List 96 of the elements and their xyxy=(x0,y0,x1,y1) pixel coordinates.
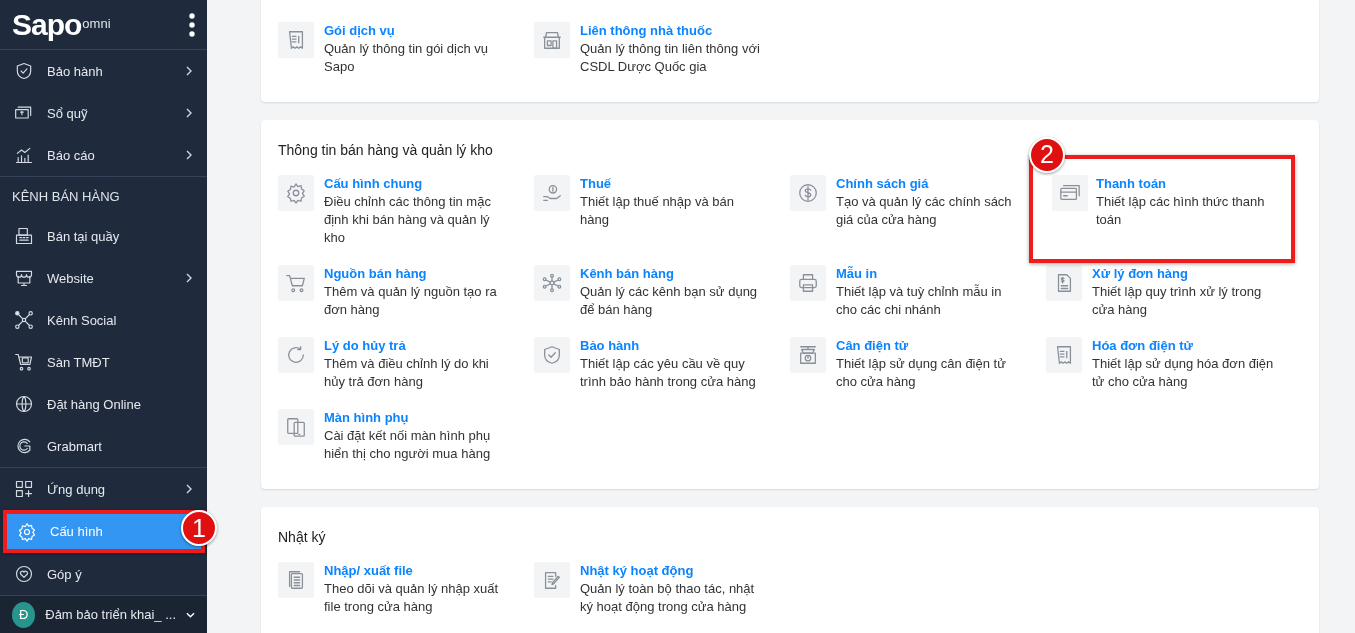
cash-register-icon xyxy=(14,226,34,247)
globe-icon xyxy=(14,394,34,415)
item-description: Thiết lập sử dụng hóa đơn điện tử cho cửa hàng xyxy=(1092,354,1275,391)
shield-check-icon xyxy=(541,343,563,366)
item-description: Tạo và quản lý các chính sách giá của cửa hàng xyxy=(836,192,1013,229)
item-description: Cài đặt kết nối màn hình phụ hiển thị cho người mua hàng xyxy=(324,426,492,463)
item-title: Cân điện tử xyxy=(836,336,910,355)
settings-item[interactable]: Hóa đơn điện tử Thiết lập sử dụng hóa đơn điện tử cho cửa hàng xyxy=(1046,336,1302,391)
item-title: Nguồn bán hàng xyxy=(324,264,428,283)
chevron-right-icon xyxy=(185,108,193,119)
sidebar-item[interactable]: Bảo hành xyxy=(0,50,207,93)
settings-item[interactable]: Bảo hành Thiết lập các yêu cầu về quy trình bảo hành trong cửa hàng xyxy=(534,336,790,391)
item-title: Kênh bán hàng xyxy=(580,264,675,283)
refresh-icon xyxy=(285,343,307,366)
section-title: Nhật ký xyxy=(278,528,326,546)
settings-icon xyxy=(17,521,37,542)
weighing-scale-icon xyxy=(797,343,819,366)
avatar: Đ xyxy=(12,601,36,628)
sidebar-item[interactable]: Đặt hàng Online xyxy=(0,383,207,426)
sidebar-item[interactable]: Báo cáo xyxy=(0,134,207,177)
settings-icon xyxy=(285,181,307,204)
sidebar-item[interactable]: Grabmart xyxy=(0,425,207,468)
chevron-right-icon xyxy=(185,150,193,161)
item-description: Quản lý thông tin gói dịch vụ Sapo xyxy=(324,40,490,76)
more-menu-icon[interactable] xyxy=(189,12,195,37)
section-header: KÊNH BÁN HÀNG xyxy=(11,187,121,206)
settings-item[interactable]: Nhập/ xuất file Theo dõi và quản lý nhập xuất file trong cửa hàng xyxy=(278,561,534,616)
storefront-icon xyxy=(14,268,34,289)
heart-bubble-icon xyxy=(14,564,34,585)
chevron-down-icon xyxy=(186,610,195,619)
account-bar[interactable]: Đ Đảm bảo triển khai_ ... xyxy=(0,596,207,633)
chevron-right-icon xyxy=(185,484,193,495)
item-title: Màn hình phụ xyxy=(324,408,410,427)
item-title: Lý do hủy trả xyxy=(324,336,407,355)
settings-item[interactable]: Xử lý đơn hàng Thiết lập quy trình xử lý trong cửa hàng xyxy=(1046,264,1302,319)
sidebar-item[interactable]: Góp ý xyxy=(0,553,207,596)
item-description: Thiết lập các yêu cầu về quy trình bảo hành trong cửa hàng xyxy=(580,354,757,391)
step-number-badge: 2 xyxy=(1029,136,1065,173)
item-title: Liên thông nhà thuốc xyxy=(580,22,714,40)
item-description: Quản lý thông tin liên thông với CSDL Dược Quốc gia xyxy=(580,40,761,76)
settings-item[interactable]: Màn hình phụ Cài đặt kết nối màn hình phụ hiển thị cho người mua hàng xyxy=(278,408,534,463)
shop-building-icon xyxy=(541,29,563,51)
settings-item[interactable]: Kênh bán hàng Quản lý các kênh bạn sử dụng để bán hàng xyxy=(534,264,790,319)
item-title: Bảo hành xyxy=(580,336,641,355)
apps-grid-icon xyxy=(14,479,34,500)
sidebar-item[interactable]: Sàn TMĐT xyxy=(0,341,207,384)
section-title: Thông tin bán hàng và quản lý kho xyxy=(278,142,493,159)
network-icon xyxy=(541,271,563,294)
item-description: Thêm và điều chỉnh lý do khi hủy trả đơn hàng xyxy=(324,354,490,391)
item-description: Thiết lập và tuỳ chỉnh mẫu in cho các chi nhánh xyxy=(836,282,1003,319)
item-description: Thiết lập quy trình xử lý trong cửa hàng xyxy=(1092,282,1263,319)
item-title: Thanh toán xyxy=(1096,174,1168,193)
item-description: Thiết lập các hình thức thanh toán xyxy=(1096,192,1266,229)
item-description: Theo dõi và quản lý nhập xuất file trong cửa hàng xyxy=(324,579,500,616)
item-title: Chính sách giá xyxy=(836,174,930,193)
chevron-right-icon xyxy=(185,66,193,77)
dollar-circle-icon xyxy=(797,181,819,204)
item-description: Quản lý toàn bộ thao tác, nhật ký hoạt động trong cửa hàng xyxy=(580,579,756,616)
item-title: Thuế xyxy=(580,174,613,193)
sidebar-item[interactable]: Website xyxy=(0,257,207,300)
printer-icon xyxy=(797,271,819,294)
item-description: Quản lý các kênh bạn sử dụng để bán hàng xyxy=(580,282,759,319)
settings-item[interactable]: Thuế Thiết lập thuế nhập và bán hàng xyxy=(534,174,790,247)
settings-item[interactable]: Gói dịch vụ Quản lý thông tin gói dịch vụ Sapo xyxy=(278,22,534,76)
chevron-right-icon xyxy=(185,273,193,284)
shield-check-icon xyxy=(14,61,34,82)
settings-item[interactable]: Nhật ký hoạt động Quản lý toàn bộ thao tác, nhật ký hoạt động trong cửa hàng xyxy=(534,561,790,616)
item-description: Thêm và quản lý nguồn tạo ra đơn hàng xyxy=(324,282,498,319)
sidebar-item[interactable]: Ứng dụng xyxy=(0,468,207,511)
settings-item[interactable]: Liên thông nhà thuốc Quản lý thông tin liên thông với CSDL Dược Quốc gia xyxy=(534,22,790,76)
item-title: Mẫu in xyxy=(836,264,879,283)
item-title: Cấu hình chung xyxy=(324,174,424,193)
step-number-badge: 1 xyxy=(181,510,217,547)
shopping-cart-icon xyxy=(14,352,34,373)
sidebar-item[interactable]: Sổ quỹ xyxy=(0,92,207,135)
settings-item[interactable]: Mẫu in Thiết lập và tuỳ chỉnh mẫu in cho các chi nhánh xyxy=(790,264,1046,319)
settings-item[interactable]: Cấu hình chung Điều chỉnh các thông tin mặc định khi bán hàng và quản lý kho xyxy=(278,174,534,247)
phones-icon xyxy=(285,415,307,438)
item-title: Gói dịch vụ xyxy=(324,22,396,40)
settings-item[interactable]: Nguồn bán hàng Thêm và quản lý nguồn tạo ra đơn hàng xyxy=(278,264,534,319)
item-title: Xử lý đơn hàng xyxy=(1092,264,1189,283)
item-description: Thiết lập thuế nhập và bán hàng xyxy=(580,192,735,229)
item-title: Nhập/ xuất file xyxy=(324,561,414,580)
settings-item[interactable]: Thanh toán Thiết lập các hình thức thanh toán xyxy=(1052,174,1281,247)
item-title: Nhật ký hoạt động xyxy=(580,561,695,580)
bar-chart-icon xyxy=(14,145,34,166)
settings-item[interactable]: Cân điện tử Thiết lập sử dụng cân điện tử cho cửa hàng xyxy=(790,336,1046,391)
settings-item[interactable]: Chính sách giá Tạo và quản lý các chính sách giá của cửa hàng xyxy=(790,174,1046,247)
item-description: Thiết lập sử dụng cân điện tử cho cửa hàng xyxy=(836,354,1007,391)
item-title: Hóa đơn điện tử xyxy=(1092,336,1194,355)
settings-item[interactable]: Lý do hủy trả Thêm và điều chỉnh lý do khi hủy trả đơn hàng xyxy=(278,336,534,391)
account-name: Đảm bảo triển khai_ ... xyxy=(45,605,177,624)
network-icon xyxy=(14,310,34,331)
sidebar-item[interactable]: Kênh Social xyxy=(0,299,207,342)
sidebar-item[interactable]: Bán tại quầy xyxy=(0,215,207,258)
item-description: Điều chỉnh các thông tin mặc định khi bán hàng và quản lý kho xyxy=(324,192,492,247)
